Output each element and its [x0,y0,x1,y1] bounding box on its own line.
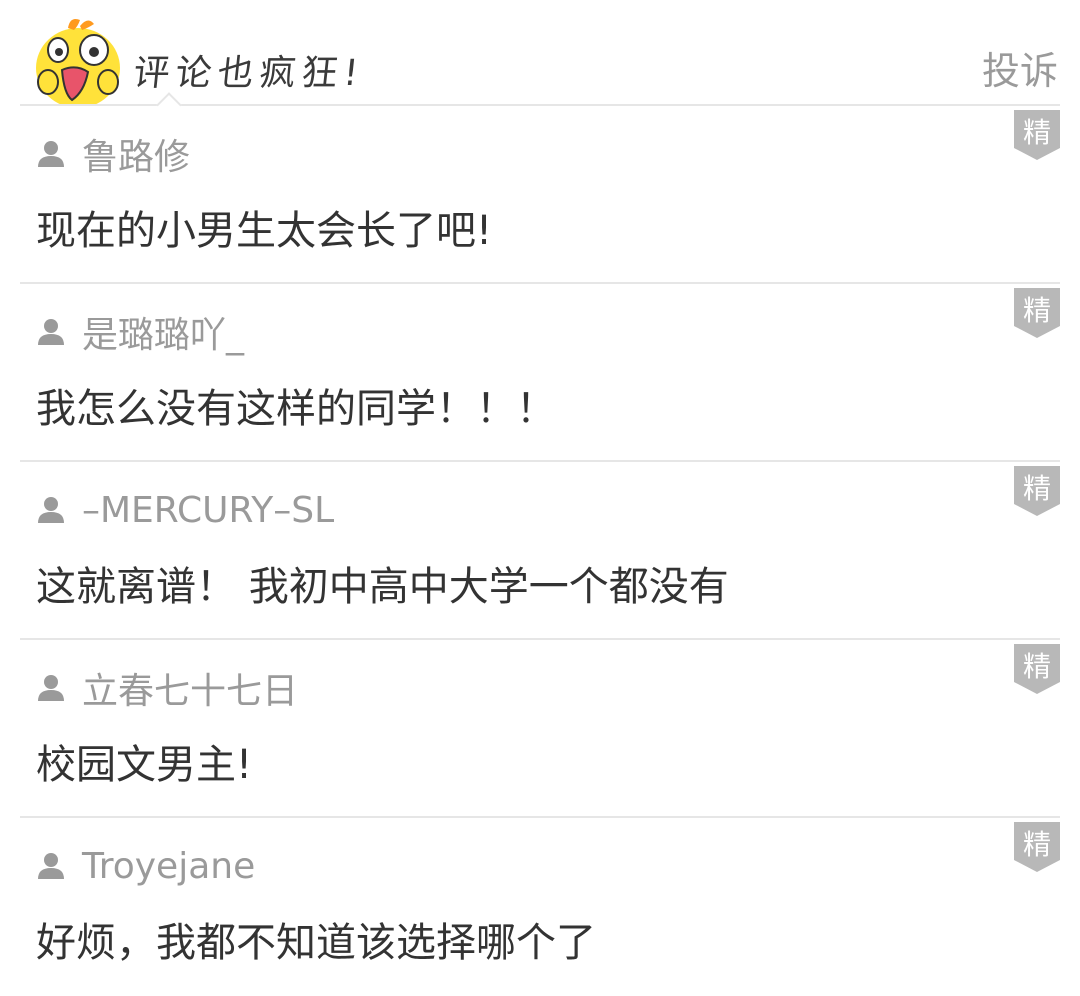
username[interactable]: 立春七十七日 [82,662,298,714]
comment-item: Troyejane 好烦，我都不知道该选择哪个了 精 [0,818,1080,996]
username[interactable]: Troyejane [82,846,255,887]
comments-header: 评论也疯狂! 投诉 [0,0,1080,118]
comment-item: 鲁路修 现在的小男生太会长了吧! 精 [0,106,1080,284]
featured-badge-label: 精 [1023,294,1051,327]
comment-item: 是璐璐吖_ 我怎么没有这样的同学！！！ 精 [0,284,1080,462]
comment-text: 好烦，我都不知道该选择哪个了 [36,920,596,966]
user-icon [38,853,64,879]
username[interactable]: –MERCURY–SL [82,490,334,531]
featured-badge-label: 精 [1023,472,1051,505]
username[interactable]: 鲁路修 [82,128,190,180]
comment-text: 校园文男主! [36,742,253,788]
featured-badge: 精 [1014,644,1060,694]
comment-author: 鲁路修 [36,132,190,178]
report-link[interactable]: 投诉 [982,40,1058,95]
comment-text: 这就离谱！ 我初中高中大学一个都没有 [36,564,729,610]
featured-badge-label: 精 [1023,828,1051,861]
comment-item: –MERCURY–SL 这就离谱！ 我初中高中大学一个都没有 精 [0,462,1080,640]
section-title: 评论也疯狂! [131,53,367,94]
user-icon [38,319,64,345]
featured-badge: 精 [1014,288,1060,338]
user-icon [38,497,64,523]
comment-author: 立春七十七日 [36,666,298,712]
featured-badge: 精 [1014,110,1060,160]
user-icon [38,675,64,701]
user-icon [38,141,64,167]
comment-author: 是璐璐吖_ [36,310,244,356]
comment-list: 鲁路修 现在的小男生太会长了吧! 精 是璐璐吖_ 我怎么没有这样的同学！！！ 精 [0,106,1080,996]
featured-badge-label: 精 [1023,116,1051,149]
featured-badge: 精 [1014,466,1060,516]
comment-author: Troyejane [36,844,255,888]
username[interactable]: 是璐璐吖_ [82,306,244,358]
comment-text: 我怎么没有这样的同学！！！ [36,386,556,432]
featured-badge: 精 [1014,822,1060,872]
comment-text: 现在的小男生太会长了吧! [36,208,493,254]
yellow-duck-mascot-icon [36,19,120,106]
comment-item: 立春七十七日 校园文男主! 精 [0,640,1080,818]
featured-badge-label: 精 [1023,650,1051,683]
comment-author: –MERCURY–SL [36,488,334,532]
